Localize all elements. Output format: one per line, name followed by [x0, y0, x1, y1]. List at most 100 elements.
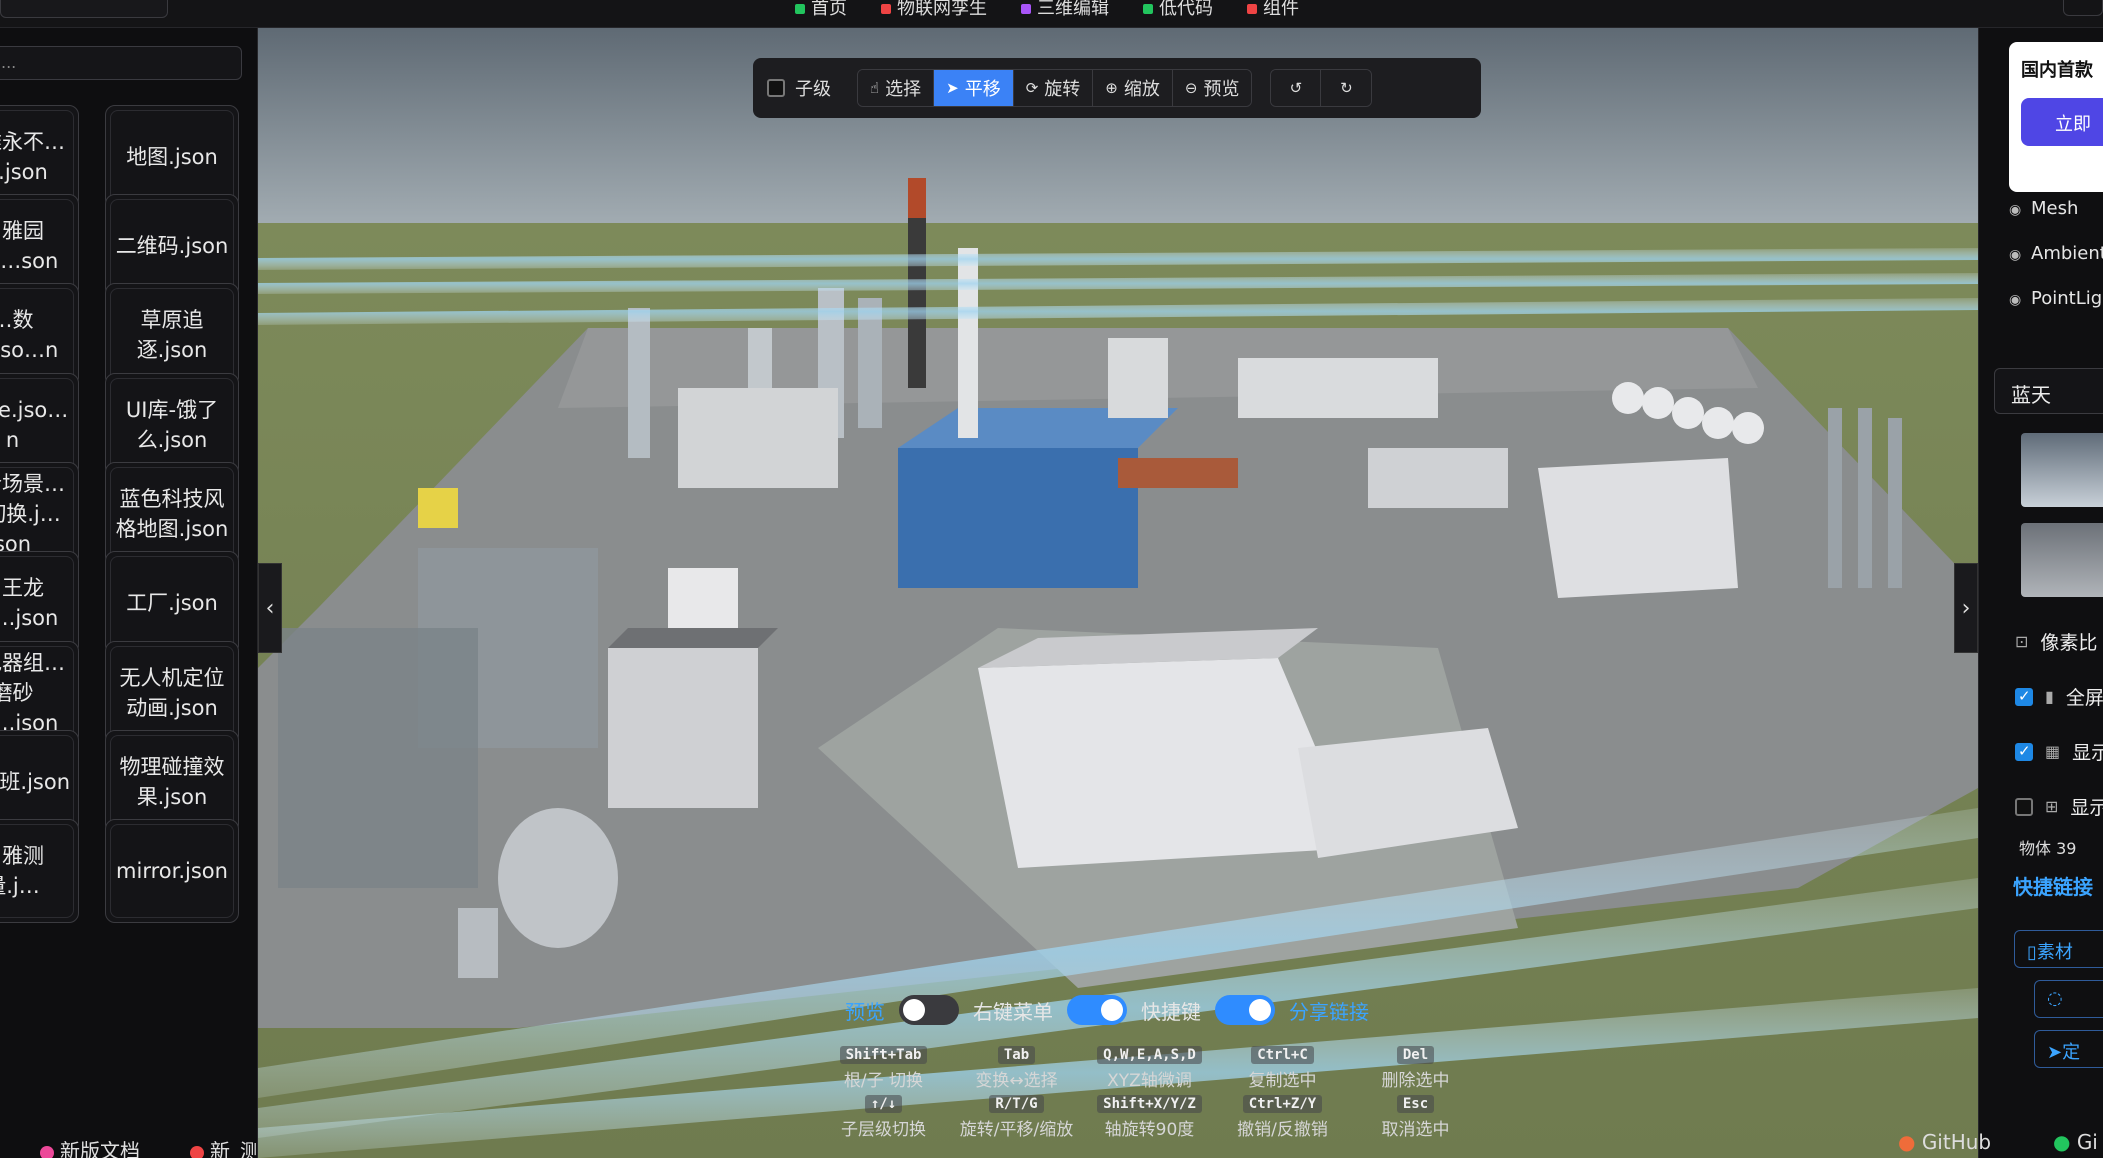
mode-button-0[interactable]: ☝ 选择	[858, 70, 935, 106]
link-icon	[40, 1145, 54, 1158]
sky-thumbnail[interactable]	[2021, 433, 2103, 507]
scene-filter-input[interactable]: ...	[0, 46, 242, 80]
top-nav-item[interactable]: 物联网孪生	[881, 0, 987, 20]
top-nav-item[interactable]: 组件	[1247, 0, 1299, 20]
collapse-right-panel-button[interactable]: ›	[1954, 563, 1978, 653]
top-nav-item[interactable]: 首页	[795, 0, 847, 20]
context-menu-toggle-label: 右键菜单	[973, 999, 1053, 1024]
shortcut-item: Del 删除选中	[1353, 1046, 1478, 1091]
chevron-right-icon: ›	[1961, 595, 1971, 621]
render-option-checkbox[interactable]	[2015, 742, 2033, 761]
context-menu-toggle[interactable]	[1067, 995, 1127, 1025]
scene-card[interactable]: …数区.jso…n	[0, 283, 79, 387]
scene-card[interactable]: mirror.json	[105, 819, 239, 923]
shortcut-key: Ctrl+C	[1251, 1046, 1314, 1064]
shortcut-key: Del	[1396, 1046, 1435, 1064]
scene-tree-label: Ambient	[2031, 243, 2103, 264]
nav-dot-icon	[1247, 4, 1257, 14]
eye-icon[interactable]: ◉	[2009, 292, 2023, 308]
promo-button[interactable]: 立即	[2021, 98, 2103, 146]
top-nav-item[interactable]: 低代码	[1143, 0, 1213, 20]
sidebar-bottom-link[interactable]: 新版文档	[40, 1135, 140, 1158]
shortcut-description: 删除选中	[1381, 1071, 1450, 1091]
quick-link-icon: ▯	[2027, 942, 2037, 963]
mode-button-2[interactable]: ⟳ 旋转	[1013, 70, 1094, 106]
scene-card-label: UI库-饿了么.json	[125, 398, 219, 452]
gitee-label: Gi	[2076, 1130, 2098, 1154]
top-nav-label: 组件	[1263, 0, 1299, 19]
render-option-checkbox[interactable]	[2015, 687, 2033, 706]
shortcut-item: Shift+Tab 根/子 切换	[821, 1046, 946, 1091]
quick-link-button[interactable]: ▯素材	[2014, 930, 2103, 968]
quick-link-icon: ➤	[2047, 1042, 2063, 1063]
shortcut-item: Tab 变换↔选择	[954, 1046, 1079, 1091]
3d-viewport[interactable]: 子级 ☝ 选择 ➤ 平移 ⟳ 旋转 ⊕ 缩放 ⊖ 预览 ↺ ↻ ‹ › 预览 右键菜单 快捷键 分…	[258, 28, 1978, 1158]
mode-button-3[interactable]: ⊕ 缩放	[1093, 70, 1173, 106]
mode-button-label: 选择	[885, 79, 922, 100]
scene-card[interactable]: …雅测量.j…	[0, 819, 79, 923]
zoom-in-icon: ⊕	[1105, 79, 1118, 97]
render-option-icon: ▦	[2045, 742, 2061, 761]
object-count: 物体 39	[2019, 839, 2077, 858]
shortcut-key: Q,W,E,A,S,D	[1097, 1046, 1202, 1064]
collapse-left-panel-button[interactable]: ‹	[258, 563, 282, 653]
sky-thumbnail[interactable]	[2021, 523, 2103, 597]
render-option: ▮ 全屏	[2015, 683, 2103, 710]
top-nav-label: 物联网孪生	[897, 0, 987, 19]
sidebar-bottom-link[interactable]: 新_测试版	[190, 1135, 258, 1158]
top-nav-item[interactable]: 三维编辑	[1021, 0, 1109, 20]
render-option-icon: ⊡	[2015, 632, 2029, 651]
shortcut-key: Esc	[1396, 1095, 1435, 1113]
eye-icon[interactable]: ◉	[2009, 247, 2023, 263]
shortcut-reference: Shift+Tab 根/子 切换 Tab 变换↔选择 Q,W,E,A,S,D XYZ轴微调…	[821, 1046, 1478, 1140]
mode-button-4[interactable]: ⊖ 预览	[1172, 70, 1252, 106]
gitee-link[interactable]: ● Gi	[2053, 1130, 2098, 1154]
shortcuts-toggle[interactable]	[1215, 995, 1275, 1025]
scene-card-label: …王龙百….json	[0, 576, 59, 630]
github-link[interactable]: ● GitHub	[1898, 1130, 1991, 1154]
scene-tree-item[interactable]: ◉ Mesh	[2009, 198, 2078, 219]
top-nav-label: 三维编辑	[1037, 0, 1109, 19]
scene-card-label: …班.json	[0, 770, 70, 794]
child-level-checkbox[interactable]	[767, 79, 785, 97]
preview-toggle-label: 预览	[845, 999, 885, 1024]
factory-3d-scene[interactable]	[258, 28, 1978, 1158]
shortcut-item: ↑/↓ 子层级切换	[821, 1095, 946, 1140]
shortcut-description: 复制选中	[1248, 1071, 1317, 1091]
preview-toggle[interactable]	[899, 995, 959, 1025]
shortcut-key: Tab	[997, 1046, 1036, 1064]
viewport-toggle-bar: 预览 右键菜单 快捷键 分享链接	[845, 995, 1369, 1025]
scene-tree-label: Mesh	[2031, 198, 2079, 219]
eye-icon[interactable]: ◉	[2009, 202, 2023, 218]
render-option-checkbox[interactable]	[2015, 797, 2033, 816]
top-navigation: 首页 物联网孪生 三维编辑 低代码 组件	[795, 0, 1299, 20]
shortcut-description: 撤销/反撤销	[1237, 1120, 1328, 1140]
shortcut-item: Shift+X/Y/Z 轴旋转90度	[1087, 1095, 1212, 1140]
mode-button-1[interactable]: ➤ 平移	[934, 70, 1014, 106]
sidebar-bottom-link-label: 新_测试版	[210, 1139, 258, 1158]
shortcut-key: R/T/G	[989, 1095, 1044, 1113]
share-link[interactable]: 分享链接	[1289, 996, 1369, 1025]
scene-tree-item[interactable]: ◉ PointLig	[2009, 288, 2102, 309]
redo-icon: ↻	[1340, 79, 1353, 97]
shortcut-description: 变换↔选择	[975, 1071, 1058, 1091]
top-search-box[interactable]	[0, 0, 168, 18]
scene-card-label: 物理碰撞效果.json	[119, 755, 225, 809]
scene-tree-item[interactable]: ◉ Ambient	[2009, 243, 2103, 264]
scene-card-label: 工厂.json	[126, 591, 218, 615]
top-right-button[interactable]	[2063, 0, 2103, 16]
scene-card[interactable]: 工厂.json	[105, 551, 239, 655]
sky-select[interactable]: 蓝天	[1994, 368, 2103, 414]
mode-button-label: 平移	[964, 79, 1001, 100]
quick-link-button[interactable]: ➤定	[2034, 1030, 2103, 1068]
quick-link-button[interactable]: ◌	[2034, 980, 2103, 1018]
shortcut-item: Ctrl+Z/Y 撤销/反撤销	[1220, 1095, 1345, 1140]
undo-button[interactable]: ↺	[1271, 70, 1322, 106]
shortcuts-toggle-label: 快捷键	[1141, 999, 1201, 1024]
scene-card-label: …雅园区.j…son	[0, 219, 59, 273]
redo-button[interactable]: ↻	[1321, 70, 1372, 106]
scene-card[interactable]: …王龙百….json	[0, 551, 79, 655]
shortcut-key: Shift+Tab	[839, 1046, 928, 1064]
nav-dot-icon	[881, 4, 891, 14]
scene-card[interactable]: 草原追逐.json	[105, 283, 239, 387]
